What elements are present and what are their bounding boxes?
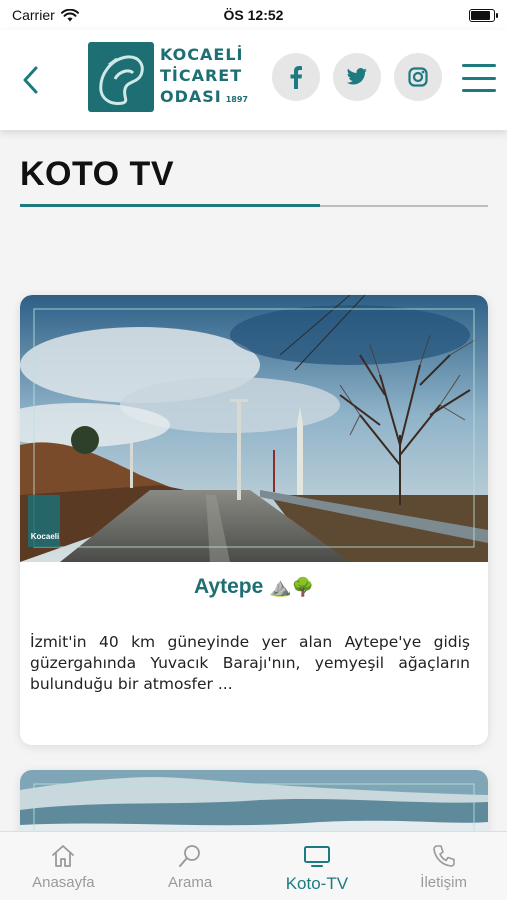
menu-line-icon bbox=[462, 64, 496, 67]
facebook-icon bbox=[290, 66, 302, 89]
logo-line-1: KOCAELİ bbox=[159, 45, 244, 64]
logo-year: 1897 bbox=[225, 95, 248, 104]
facebook-button[interactable] bbox=[272, 53, 320, 101]
instagram-button[interactable] bbox=[394, 53, 442, 101]
logo-line-3: ODASI 1897 bbox=[160, 86, 248, 110]
logo-line-2: TİCARET bbox=[159, 66, 243, 85]
battery-icon bbox=[469, 8, 498, 22]
landscape-illustration bbox=[20, 295, 488, 562]
tab-label: Koto-TV bbox=[285, 874, 349, 893]
menu-line-icon bbox=[462, 89, 496, 92]
tab-anasayfa[interactable]: Anasayfa bbox=[0, 832, 127, 900]
twitter-button[interactable] bbox=[333, 53, 381, 101]
logo-wordmark: KOCAELİ TİCARET ODASI 1897 bbox=[160, 44, 248, 110]
tab-label: Anasayfa bbox=[32, 874, 95, 891]
tab-iletisim[interactable]: İletişim bbox=[380, 832, 507, 900]
page-title: KOTO TV bbox=[20, 155, 174, 193]
video-thumbnail[interactable]: Kocaeli bbox=[20, 295, 488, 562]
video-description: İzmit'in 40 km güneyinde yer alan Aytepe… bbox=[30, 633, 470, 693]
phone-icon bbox=[429, 842, 459, 870]
title-divider bbox=[20, 204, 488, 207]
video-title-emoji: ⛰️🌳 bbox=[269, 577, 314, 597]
chamber-logo[interactable]: KOCAELİ TİCARET ODASI 1897 bbox=[88, 42, 248, 112]
video-card[interactable]: Kocaeli Aytepe ⛰️🌳 İzmit'in 40 km güneyi… bbox=[20, 295, 488, 745]
logo-mark-icon bbox=[88, 42, 154, 112]
twitter-icon bbox=[346, 68, 367, 85]
tab-label: İletişim bbox=[420, 874, 467, 891]
tab-label: Arama bbox=[168, 874, 213, 891]
battery-fill bbox=[471, 10, 490, 20]
tv-icon bbox=[302, 842, 332, 870]
title-divider-accent bbox=[20, 204, 320, 207]
logo-line-3-text: ODASI bbox=[159, 87, 222, 106]
thumbnail-watermark-text: Kocaeli bbox=[30, 532, 60, 541]
carrier-label: Carrier bbox=[12, 7, 55, 23]
app-header: KOCAELİ TİCARET ODASI 1897 bbox=[0, 30, 507, 130]
back-button[interactable] bbox=[16, 62, 44, 98]
wifi-icon bbox=[60, 8, 79, 21]
status-bar: Carrier ÖS 12:52 bbox=[0, 0, 507, 30]
instagram-icon bbox=[408, 67, 428, 87]
hamburger-menu-button[interactable] bbox=[462, 64, 496, 92]
chevron-left-icon bbox=[23, 66, 38, 94]
status-left: Carrier bbox=[12, 7, 79, 23]
menu-line-icon bbox=[462, 76, 496, 80]
video-title-text: Aytepe bbox=[194, 575, 264, 598]
home-icon bbox=[48, 842, 78, 870]
tab-koto-tv[interactable]: Koto-TV bbox=[254, 832, 381, 900]
app-screen: Carrier ÖS 12:52 KOCAELİ TİCARET ODASI 1… bbox=[0, 0, 507, 900]
bottom-tab-bar: Anasayfa Arama Koto-TV İletişim bbox=[0, 831, 507, 900]
video-title[interactable]: Aytepe ⛰️🌳 bbox=[20, 575, 488, 599]
tab-arama[interactable]: Arama bbox=[127, 832, 254, 900]
search-icon bbox=[175, 842, 205, 870]
